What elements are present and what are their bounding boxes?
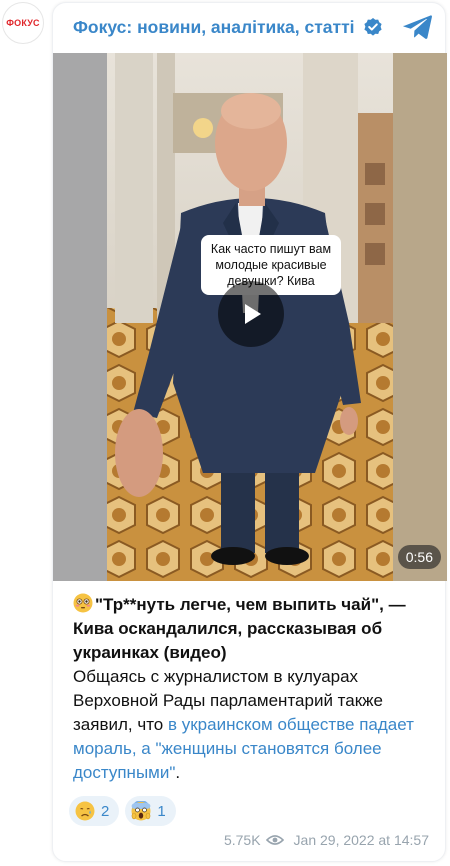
post-date[interactable]: Jan 29, 2022 at 14:57 bbox=[294, 832, 429, 848]
sad-face-icon bbox=[75, 801, 95, 821]
flushed-face-icon bbox=[73, 593, 93, 613]
reactions-bar: 2 1 bbox=[69, 796, 182, 826]
reaction-count: 2 bbox=[101, 802, 110, 820]
avatar-logo-text: ФОКУС bbox=[6, 18, 40, 28]
reaction-sad[interactable]: 2 bbox=[69, 796, 120, 826]
view-count: 5.75K bbox=[223, 832, 261, 848]
verified-icon bbox=[363, 17, 383, 37]
play-button[interactable] bbox=[218, 281, 284, 347]
video-overlay-caption: Как часто пишут вам молодые красивые дев… bbox=[201, 235, 341, 295]
play-icon bbox=[245, 304, 261, 324]
channel-title[interactable]: Фокус: новини, аналітика, статті bbox=[73, 17, 355, 38]
channel-avatar[interactable]: ФОКУС bbox=[2, 2, 44, 44]
post-header: Фокус: новини, аналітика, статті bbox=[53, 3, 447, 51]
eye-icon bbox=[265, 835, 284, 845]
post-body-end: . bbox=[175, 763, 181, 782]
post-text: "Тр**нуть легче, чем выпить чай", — Кива… bbox=[73, 593, 433, 785]
channel-post: Фокус: новини, аналітика, статті Как час… bbox=[52, 2, 447, 862]
reaction-scream[interactable]: 1 bbox=[125, 796, 176, 826]
reaction-count: 1 bbox=[157, 802, 166, 820]
video-duration: 0:56 bbox=[397, 545, 441, 569]
post-body: Общаясь с журналистом в кулуарах Верховн… bbox=[73, 665, 433, 785]
post-meta: 5.75K Jan 29, 2022 at 14:57 bbox=[224, 832, 429, 848]
post-headline-text: "Тр**нуть легче, чем выпить чай", — Кива… bbox=[73, 595, 406, 662]
telegram-icon[interactable] bbox=[403, 13, 433, 41]
video-player[interactable]: Как часто пишут вам молодые красивые дев… bbox=[53, 53, 447, 581]
screaming-face-icon bbox=[131, 801, 151, 821]
post-headline: "Тр**нуть легче, чем выпить чай", — Кива… bbox=[73, 593, 433, 665]
